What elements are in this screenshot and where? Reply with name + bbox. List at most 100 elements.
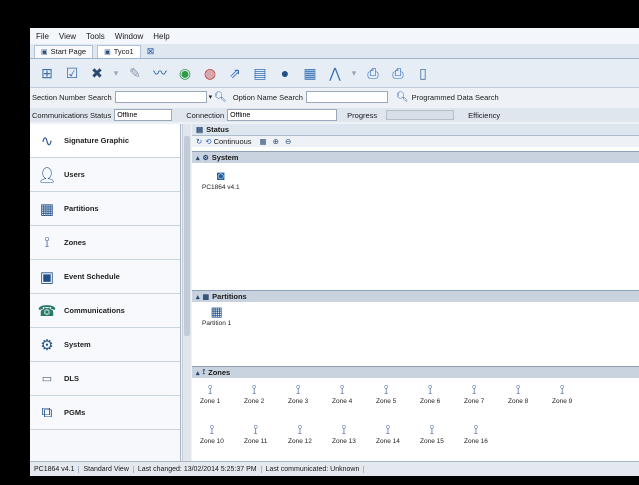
continuous-icon: ⟲ xyxy=(205,137,212,146)
menu-help[interactable]: Help xyxy=(153,32,169,41)
zoom-in-icon[interactable]: ⊕ xyxy=(273,137,279,146)
tab-tyco1[interactable]: ▣ Tyco1 xyxy=(97,44,141,58)
chevron-down-icon[interactable]: ▾ xyxy=(209,93,213,101)
system-section-header[interactable]: ▴ ⚙ System xyxy=(192,151,639,163)
sidebar-item-label: Signature Graphic xyxy=(64,136,130,145)
option-search-input[interactable] xyxy=(305,91,388,103)
zone-tile[interactable]: ⟟ Zone 7 xyxy=(464,382,484,405)
sidebar-item-label: System xyxy=(64,340,91,349)
sidebar-item-zones[interactable]: ⟟ Zones xyxy=(30,226,180,260)
page-icon: ▣ xyxy=(41,48,48,56)
zone-icon: ⟟ xyxy=(209,422,215,437)
zone-label: Zone 11 xyxy=(244,438,268,445)
zone-tile[interactable]: ⟟ Zone 13 xyxy=(332,422,356,445)
zone-label: Zone 16 xyxy=(464,438,488,445)
search-icon[interactable]: 🔍︎ xyxy=(396,92,409,103)
menu-file[interactable]: File xyxy=(36,32,49,41)
network-icon[interactable]: ◍ xyxy=(199,63,221,83)
sidebar-item-pgms[interactable]: ⧉ PGMs xyxy=(30,396,180,430)
section-search-input[interactable] xyxy=(114,91,207,103)
zone-icon: ⟟ xyxy=(427,382,433,397)
connect-icon[interactable]: ⊞ xyxy=(36,63,58,83)
zones-section-header[interactable]: ▴ ⟟ Zones xyxy=(192,366,639,378)
help-document-icon[interactable]: ▯ xyxy=(412,63,434,83)
communications-status-row: Communications Status Connection Progres… xyxy=(30,108,639,122)
sidebar-scrollbar[interactable] xyxy=(182,124,191,462)
zone-tile[interactable]: ⟟ Zone 8 xyxy=(508,382,528,405)
sidebar-item-communications[interactable]: ☎ Communications xyxy=(30,294,180,328)
chart-icon[interactable]: ⋀ xyxy=(324,63,346,83)
sidebar-item-signature-graphic[interactable]: ∿ Signature Graphic xyxy=(30,124,180,158)
zone-tile[interactable]: ⟟ Zone 14 xyxy=(376,422,400,445)
menu-tools[interactable]: Tools xyxy=(86,32,105,41)
efficiency-label: Efficiency xyxy=(468,110,501,120)
zone-tile[interactable]: ⟟ Zone 4 xyxy=(332,382,352,405)
sidebar-item-system[interactable]: ⚙ System xyxy=(30,328,180,362)
zone-tile[interactable]: ⟟ Zone 2 xyxy=(244,382,264,405)
zone-tile[interactable]: ⟟ Zone 15 xyxy=(420,422,444,445)
sidebar-item-users[interactable]: 👤︎ Users xyxy=(30,158,180,192)
globe-icon[interactable]: ◉ xyxy=(174,63,196,83)
dropdown-arrow-icon[interactable]: ▾ xyxy=(111,63,121,83)
status-panel: ▤ Status ↻ ⟲ Continuous ▦ ⊕ ⊖ ▴ ⚙ System… xyxy=(192,124,639,462)
menu-window[interactable]: Window xyxy=(115,32,143,41)
zone-tile[interactable]: ⟟ Zone 6 xyxy=(420,382,440,405)
sidebar-item-event-schedule[interactable]: ▣ Event Schedule xyxy=(30,260,180,294)
zone-tile[interactable]: ⟟ Zone 12 xyxy=(288,422,312,445)
system-device-label: PC1864 v4.1 xyxy=(202,184,240,191)
zone-icon: ⟟ xyxy=(44,234,50,251)
zone-label: Zone 10 xyxy=(200,438,224,445)
sidebar-item-label: Event Schedule xyxy=(64,272,120,281)
zone-label: Zone 12 xyxy=(288,438,312,445)
tab-start-page[interactable]: ▣ Start Page xyxy=(34,44,94,58)
zone-label: Zone 1 xyxy=(200,398,221,405)
tab-close-icon[interactable]: ⊠ xyxy=(147,46,155,57)
zone-tile[interactable]: ⟟ Zone 3 xyxy=(288,382,308,405)
partition-tile[interactable]: ▦ Partition 1 xyxy=(202,304,231,327)
zone-icon: ⟟ xyxy=(202,368,206,376)
collapse-icon[interactable]: ▴ xyxy=(196,154,200,162)
zone-tile[interactable]: ⟟ Zone 1 xyxy=(200,382,220,405)
zone-tile[interactable]: ⟟ Zone 9 xyxy=(552,382,572,405)
zone-tile[interactable]: ⟟ Zone 5 xyxy=(376,382,396,405)
status-title-bar: ▤ Status xyxy=(192,124,639,136)
status-bar: PC1864 v4.1 Standard View Last changed: … xyxy=(30,461,639,476)
system-device-tile[interactable]: ◙ PC1864 v4.1 xyxy=(202,168,240,191)
dropdown-arrow-icon[interactable]: ▾ xyxy=(349,63,359,83)
checkbox-icon[interactable]: ☑ xyxy=(61,63,83,83)
zoom-out-icon[interactable]: ⊖ xyxy=(285,137,291,146)
pen-icon[interactable]: ✎ xyxy=(124,63,146,83)
collapse-icon[interactable]: ▴ xyxy=(196,293,200,301)
scrollbar-thumb[interactable] xyxy=(184,136,190,336)
zone-icon: ⟟ xyxy=(341,422,347,437)
print-preview-icon[interactable]: ⎙ xyxy=(387,63,409,83)
continuous-button[interactable]: Continuous xyxy=(214,137,252,146)
status-toolbar: ↻ ⟲ Continuous ▦ ⊕ ⊖ xyxy=(192,136,639,147)
sidebar-item-partitions[interactable]: ▦ Partitions xyxy=(30,192,180,226)
zone-tile[interactable]: ⟟ Zone 11 xyxy=(244,422,267,445)
tools-icon[interactable]: ✖ xyxy=(86,63,108,83)
statusbar-view: Standard View xyxy=(79,465,134,473)
section-search-label: Section Number Search xyxy=(32,92,112,102)
sidebar-item-dls[interactable]: ▭ DLS xyxy=(30,362,180,396)
document-icon[interactable]: ▤ xyxy=(249,63,271,83)
search-icon[interactable]: 🔍︎ xyxy=(214,92,227,103)
zone-label: Zone 15 xyxy=(420,438,444,445)
zone-icon: ⟟ xyxy=(385,422,391,437)
refresh-icon[interactable]: ↻ xyxy=(196,137,202,146)
grid-icon[interactable]: ▦ xyxy=(260,137,267,146)
earth-icon[interactable]: ● xyxy=(274,63,296,83)
print-icon[interactable]: ⎙ xyxy=(362,63,384,83)
zone-tile[interactable]: ⟟ Zone 10 xyxy=(200,422,224,445)
calculator-icon[interactable]: ▦ xyxy=(299,63,321,83)
graph-icon[interactable]: 〰 xyxy=(149,63,171,83)
connection-field xyxy=(227,109,338,121)
collapse-icon[interactable]: ▴ xyxy=(196,369,200,377)
tab-tyco1-label: Tyco1 xyxy=(113,47,134,56)
application-window: File View Tools Window Help ▣ Start Page… xyxy=(30,28,639,476)
zone-tile[interactable]: ⟟ Zone 16 xyxy=(464,422,488,445)
page-icon: ▣ xyxy=(104,48,111,56)
menu-view[interactable]: View xyxy=(59,32,76,41)
export-icon[interactable]: ⇗ xyxy=(224,63,246,83)
partitions-section-header[interactable]: ▴ ▦ Partitions xyxy=(192,290,639,302)
